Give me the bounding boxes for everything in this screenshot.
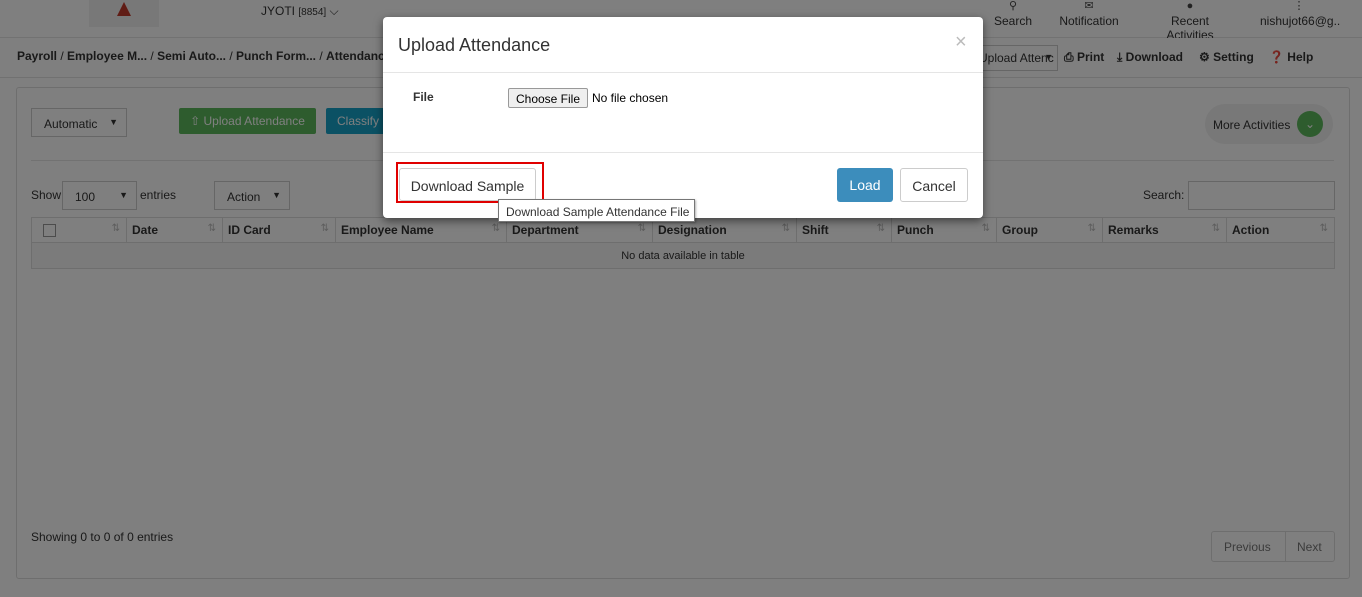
load-button[interactable]: Load — [837, 168, 893, 202]
file-label: File — [413, 90, 434, 104]
cancel-button[interactable]: Cancel — [900, 168, 968, 202]
file-status-text: No file chosen — [592, 91, 669, 105]
upload-attendance-modal: Upload Attendance × File Choose File No … — [383, 17, 983, 218]
modal-footer-divider — [383, 152, 983, 153]
download-sample-tooltip: Download Sample Attendance File — [498, 199, 695, 222]
modal-title: Upload Attendance — [398, 35, 551, 55]
close-icon[interactable]: × — [955, 31, 967, 54]
choose-file-button[interactable]: Choose File — [508, 88, 588, 108]
download-sample-button[interactable]: Download Sample — [399, 168, 536, 201]
